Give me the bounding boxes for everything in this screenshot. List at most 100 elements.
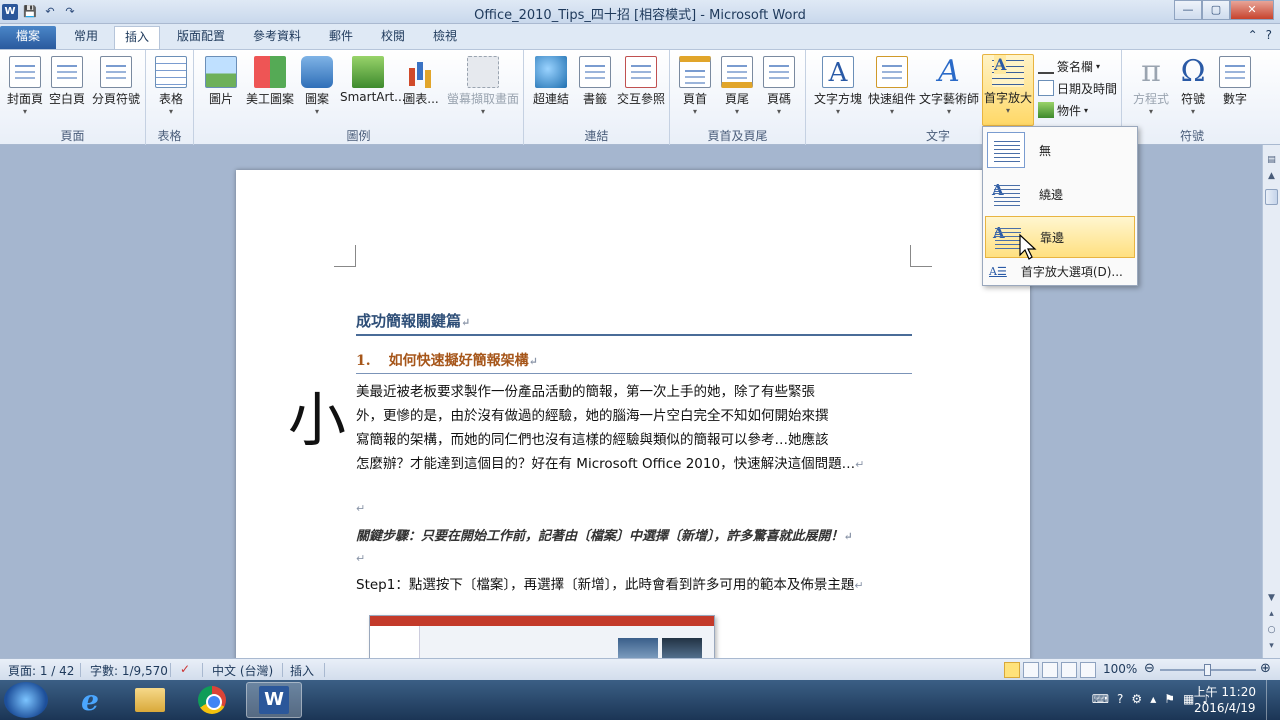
- taskbar-word[interactable]: W: [246, 682, 302, 718]
- full-screen-reading-view-icon[interactable]: [1023, 662, 1039, 678]
- blank-page-icon: [51, 56, 83, 88]
- previous-page-icon[interactable]: ▴: [1265, 609, 1278, 619]
- date-time-button[interactable]: 日期及時間: [1038, 78, 1117, 98]
- page-count[interactable]: 頁面: 1 / 42: [8, 662, 74, 679]
- step1-paragraph: Step1：點選按下〔檔案〕，再選擇〔新增〕，此時會看到許多可用的範本及佈景主題…: [356, 577, 864, 593]
- cross-reference-button[interactable]: 交互參照: [614, 56, 668, 126]
- proofing-icon[interactable]: ✓: [180, 662, 190, 676]
- close-button[interactable]: ✕: [1230, 0, 1274, 20]
- quick-parts-icon: [876, 56, 908, 88]
- tab-home[interactable]: 常用: [64, 26, 108, 49]
- picture-icon: [205, 56, 237, 88]
- blank-page-button[interactable]: 空白頁: [42, 56, 92, 126]
- drop-cap-options-item[interactable]: A☰ 首字放大選項(D)...: [989, 263, 1123, 280]
- page-number-button[interactable]: 頁碼 ▾: [754, 56, 804, 126]
- tab-references[interactable]: 參考資料: [244, 26, 310, 49]
- picture-button[interactable]: 圖片: [196, 56, 246, 126]
- zoom-in-icon[interactable]: ⊕: [1260, 661, 1271, 676]
- drop-cap-dropped-option[interactable]: A 繞邊: [985, 173, 1135, 215]
- outline-view-icon[interactable]: [1061, 662, 1077, 678]
- empty-paragraph-mark: ↵: [356, 552, 366, 565]
- taskbar-chrome[interactable]: [184, 682, 240, 718]
- drop-cap-in-margin-label: 靠邊: [1040, 230, 1065, 245]
- signature-line-button[interactable]: 簽名欄 ▾: [1038, 56, 1100, 76]
- keyboard-icon[interactable]: ⌨: [1092, 692, 1109, 706]
- screenshot-button[interactable]: 螢幕擷取畫面 ▾: [444, 56, 522, 126]
- zoom-out-icon[interactable]: ⊖: [1144, 661, 1155, 676]
- omega-icon: Ω: [1180, 54, 1206, 89]
- smartart-label: SmartArt...: [340, 90, 406, 104]
- drop-cap-options-label: 首字放大選項(D)...: [1020, 265, 1123, 279]
- scroll-down-icon[interactable]: ▼: [1265, 593, 1278, 603]
- tab-view[interactable]: 檢視: [424, 26, 466, 49]
- print-layout-view-icon[interactable]: [1004, 662, 1020, 678]
- show-hidden-icons-icon[interactable]: ▴: [1150, 692, 1156, 706]
- cover-page-icon: [9, 56, 41, 88]
- shapes-button[interactable]: 圖案 ▾: [292, 56, 342, 126]
- shapes-icon: [301, 56, 333, 88]
- group-text-label: 文字: [926, 129, 951, 143]
- scroll-thumb[interactable]: [1265, 189, 1278, 205]
- tab-page-layout[interactable]: 版面配置: [168, 26, 234, 49]
- language-indicator[interactable]: 中文 (台灣): [212, 662, 273, 679]
- system-clock[interactable]: 上午 11:20 2016/4/19: [1194, 684, 1256, 716]
- chart-button[interactable]: 圖表...: [396, 56, 446, 126]
- bookmark-button[interactable]: 書籤: [570, 56, 620, 126]
- screenshot-icon: [467, 56, 499, 88]
- drop-cap-button[interactable]: A 首字放大 ▾: [982, 54, 1034, 126]
- object-button[interactable]: 物件 ▾: [1038, 100, 1088, 120]
- mouse-cursor-icon: [1019, 233, 1037, 260]
- word-count[interactable]: 字數: 1/9,570: [90, 662, 168, 679]
- zoom-level[interactable]: 100%: [1103, 662, 1137, 676]
- tab-file[interactable]: 檔案: [0, 26, 56, 49]
- shapes-label: 圖案: [304, 92, 329, 106]
- paragraph-line: 怎麼辦？才能達到這個目的？好在有 Microsoft Office 2010，快…: [356, 456, 865, 472]
- document-page[interactable]: 成功簡報關鍵篇↵ 1. 如何快速擬好簡報架構↵ 小 美最近被老板要求製作一份產品活…: [236, 170, 1030, 658]
- taskbar-internet-explorer[interactable]: e: [62, 682, 118, 718]
- zoom-slider[interactable]: [1160, 664, 1256, 676]
- ruler-toggle-icon[interactable]: ▤: [1265, 155, 1278, 165]
- tab-insert[interactable]: 插入: [114, 26, 160, 49]
- clip-art-button[interactable]: 美工圖案: [242, 56, 298, 126]
- group-pages-label: 頁面: [60, 129, 85, 143]
- minimize-button[interactable]: —: [1174, 0, 1202, 20]
- collapse-ribbon-icon[interactable]: ⌃: [1248, 28, 1258, 42]
- zoom-slider-knob[interactable]: [1204, 664, 1211, 676]
- maximize-button[interactable]: ▢: [1202, 0, 1230, 20]
- insert-mode-indicator[interactable]: 插入: [290, 662, 314, 679]
- settings-tray-icon[interactable]: ⚙: [1131, 692, 1142, 706]
- draft-view-icon[interactable]: [1080, 662, 1096, 678]
- text-box-button[interactable]: A 文字方塊 ▾: [810, 56, 866, 126]
- table-button[interactable]: 表格 ▾: [146, 56, 196, 126]
- web-layout-view-icon[interactable]: [1042, 662, 1058, 678]
- flag-icon[interactable]: ⚑: [1164, 692, 1175, 706]
- help-icon[interactable]: ?: [1266, 28, 1272, 42]
- group-illustrations-label: 圖例: [346, 129, 371, 143]
- tab-mailings[interactable]: 郵件: [320, 26, 362, 49]
- scroll-up-icon[interactable]: ▲: [1265, 171, 1278, 181]
- taskbar-file-explorer[interactable]: [122, 682, 178, 718]
- drop-cap-in-margin-option[interactable]: A 靠邊: [985, 216, 1135, 258]
- hyperlink-button[interactable]: 超連結: [526, 56, 576, 126]
- start-button[interactable]: [4, 682, 48, 718]
- text-box-icon: A: [822, 56, 854, 88]
- smartart-button[interactable]: SmartArt...: [340, 56, 406, 126]
- folder-icon: [135, 688, 165, 712]
- quick-parts-button[interactable]: 快速組件 ▾: [864, 56, 920, 126]
- bookmark-icon: [579, 56, 611, 88]
- drop-cap-none-option[interactable]: 無: [985, 129, 1135, 171]
- number-button[interactable]: 數字: [1210, 56, 1260, 126]
- signature-line-icon: [1038, 58, 1054, 74]
- empty-paragraph-mark: ↵: [356, 502, 366, 515]
- margin-corner-top-right: [910, 245, 932, 267]
- drop-cap-options-icon: A☰: [989, 265, 1007, 278]
- help-tray-icon[interactable]: ?: [1117, 692, 1123, 706]
- next-page-icon[interactable]: ▾: [1265, 641, 1278, 651]
- heading-2: 1. 如何快速擬好簡報架構↵: [356, 350, 912, 374]
- show-desktop-button[interactable]: [1266, 680, 1280, 720]
- page-break-button[interactable]: 分頁符號: [88, 56, 144, 126]
- browse-object-icon[interactable]: ○: [1265, 625, 1278, 635]
- wordart-button[interactable]: A 文字藝術師 ▾: [918, 56, 980, 126]
- tab-review[interactable]: 校閱: [372, 26, 414, 49]
- vertical-scrollbar[interactable]: ▤ ▲ ▼ ▴ ○ ▾: [1262, 145, 1280, 658]
